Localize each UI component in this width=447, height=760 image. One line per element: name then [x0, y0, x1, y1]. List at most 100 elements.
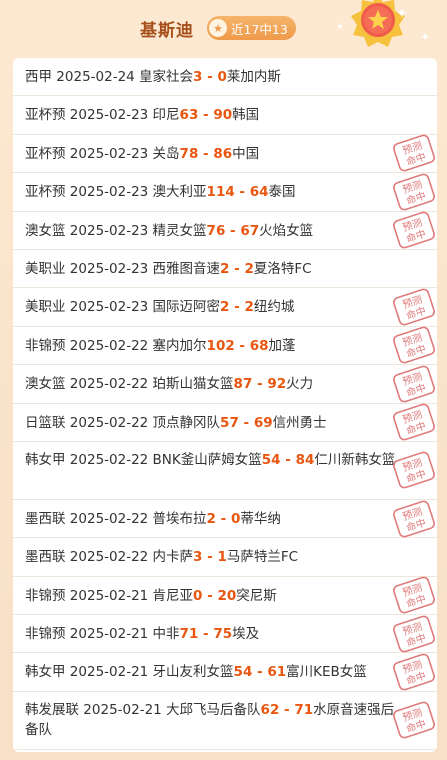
match-row[interactable]: 韩女甲 2025-02-21 牙山友利女篮54 - 61富川KEB女篮 预测 命中 — [13, 653, 437, 692]
score-separator: - — [252, 376, 268, 393]
match-league: 西甲 — [25, 69, 57, 85]
prediction-hit-stamp: 预测命中 — [393, 288, 435, 326]
away-score: 61 — [267, 664, 287, 681]
match-row[interactable]: 韩发展联 2025-02-21 大邱飞马后备队62 - 71水原音速强后备队 预测… — [13, 692, 437, 750]
home-team: 西雅图音速 — [152, 260, 221, 277]
away-score: 20 — [217, 587, 237, 604]
match-date: 2025-02-23 — [69, 145, 153, 162]
away-team: 信州勇士 — [272, 414, 327, 431]
match-league: 美职业 — [25, 299, 70, 316]
score-separator: - — [198, 626, 214, 643]
match-row[interactable]: 非锦预 2025-02-21 肯尼亚0 - 20突尼斯 预测 命中 — [13, 576, 437, 616]
match-row[interactable]: 亚杯预 2025-02-23 澳大利亚114 - 64泰国 预测 命中 — [13, 173, 437, 212]
match-league: 非锦预 — [25, 337, 70, 354]
expert-name: 基斯迪 — [140, 21, 194, 41]
match-date: 2025-02-21 — [69, 587, 153, 604]
home-team: 内卡萨 — [152, 549, 194, 566]
home-score: 2 — [206, 510, 216, 527]
away-score: 92 — [267, 376, 287, 393]
match-row[interactable]: 美职业 2025-02-23 国际迈阿密2 - 2纽约城 预测 命中 — [13, 288, 437, 327]
match-row[interactable]: 墨西联 2025-02-22 内卡萨3 - 1马萨特兰FC — [13, 538, 437, 577]
score-separator: - — [234, 184, 250, 201]
prediction-hit-stamp: 预测命中 — [393, 365, 435, 403]
home-team: 关岛 — [152, 145, 180, 162]
away-team: 火焰女篮 — [259, 222, 314, 239]
match-league: 亚杯预 — [25, 107, 70, 124]
home-score: 57 — [220, 414, 239, 431]
prediction-hit-stamp: 预测命中 — [393, 173, 435, 211]
score-separator: - — [198, 145, 214, 162]
match-date: 2025-02-23 — [69, 260, 153, 277]
match-league: 日篮联 — [25, 414, 70, 431]
match-league: 澳女篮 — [25, 222, 70, 239]
prediction-hit-stamp: 预测命中 — [393, 500, 435, 537]
match-date: 2025-02-23 — [69, 299, 153, 316]
header: 基斯迪 ★ 近17中13 ✦ ✦ ✦ — [0, 0, 447, 58]
away-team: 中国 — [232, 145, 260, 162]
score-separator: - — [202, 69, 218, 85]
away-score: 71 — [294, 701, 314, 718]
score-separator: - — [215, 510, 231, 527]
away-team: 埃及 — [232, 626, 260, 643]
away-team: 蒂华纳 — [240, 510, 281, 527]
score-separator: - — [252, 664, 268, 681]
match-date: 2025-02-24 — [56, 69, 140, 85]
match-row[interactable]: 澳女篮 2025-02-22 珀斯山猫女篮87 - 92火力 预测 命中 — [13, 365, 437, 404]
match-date: 2025-02-22 — [69, 376, 153, 393]
match-row[interactable]: 西甲 2025-02-24 皇家社会3 - 0莱加内斯 — [13, 58, 437, 97]
score-separator: - — [225, 222, 241, 239]
home-team: 中非 — [152, 626, 180, 643]
star-icon: ★ — [209, 19, 227, 37]
match-row[interactable]: 墨西联 2025-02-22 普埃布拉2 - 0蒂华纳 预测 命中 — [13, 500, 437, 539]
prediction-hit-stamp: 预测命中 — [393, 135, 435, 172]
away-score: 0 — [230, 510, 241, 527]
record-text: 近17中13 — [231, 21, 288, 37]
match-league: 亚杯预 — [25, 145, 70, 162]
home-team: 精灵女篮 — [152, 222, 207, 239]
prediction-hit-stamp: 预测命中 — [393, 576, 435, 614]
home-team: 顶点静冈队 — [152, 414, 221, 431]
match-date: 2025-02-21 — [83, 701, 167, 718]
match-league: 韩女甲 — [25, 451, 70, 468]
match-date: 2025-02-22 — [69, 451, 153, 468]
home-team: 普埃布拉 — [152, 510, 207, 527]
score-separator: - — [202, 587, 218, 604]
match-date: 2025-02-23 — [69, 184, 153, 201]
score-separator: - — [198, 107, 214, 124]
match-league: 墨西联 — [25, 549, 70, 566]
match-league: 非锦预 — [25, 626, 70, 643]
away-score: 68 — [249, 337, 269, 354]
away-score: 2 — [244, 260, 254, 277]
match-row[interactable]: 韩女甲 2025-02-22 BNK釜山萨姆女篮54 - 84仁川新韩女篮 预测命… — [13, 442, 437, 500]
score-separator: - — [229, 260, 245, 277]
match-row[interactable]: 亚杯预 2025-02-23 印尼63 - 90韩国 — [13, 96, 437, 135]
match-row[interactable]: 非锦预 2025-02-21 中非71 - 75埃及 预测 命中 — [13, 615, 437, 654]
away-team: 夏洛特FC — [253, 260, 312, 277]
sparkle-icon: ✦ — [336, 22, 345, 33]
home-score: 78 — [179, 145, 199, 162]
away-team: 加蓬 — [268, 337, 296, 354]
match-row[interactable]: 亚杯预 2025-02-23 关岛78 - 86中国 预测 命中 — [13, 135, 437, 174]
home-team: 牙山友利女篮 — [152, 664, 234, 681]
home-team: 印尼 — [152, 107, 180, 124]
match-date: 2025-02-23 — [69, 107, 153, 124]
match-row[interactable]: 美职业 2025-02-23 西雅图音速2 - 2夏洛特FC — [13, 250, 437, 289]
home-team: 塞内加尔 — [152, 337, 207, 354]
match-league: 非锦预 — [25, 587, 70, 604]
home-team: 肯尼亚 — [152, 587, 194, 604]
away-score: 2 — [244, 299, 254, 316]
prediction-hit-stamp: 预测命中 — [393, 403, 435, 441]
away-team: 泰国 — [268, 184, 296, 201]
away-score: 86 — [213, 145, 233, 162]
score-separator: - — [202, 549, 218, 566]
record-badge: ★ 近17中13 — [207, 16, 296, 40]
match-league: 亚杯预 — [25, 184, 70, 201]
away-team: 马萨特兰FC — [226, 549, 299, 566]
match-row[interactable]: 澳女篮 2025-02-23 精灵女篮76 - 67火焰女篮 预测 命中 — [13, 211, 437, 250]
away-team: 韩国 — [232, 107, 260, 124]
home-team: BNK釜山萨姆女篮 — [152, 451, 262, 468]
match-date: 2025-02-22 — [69, 414, 153, 431]
match-row[interactable]: 日篮联 2025-02-22 顶点静冈队57 - 69信州勇士 预测 命中 — [13, 403, 437, 442]
score-separator: - — [280, 451, 296, 468]
match-row[interactable]: 非锦预 2025-02-22 塞内加尔102 - 68加蓬 预测 命中 — [13, 327, 437, 366]
